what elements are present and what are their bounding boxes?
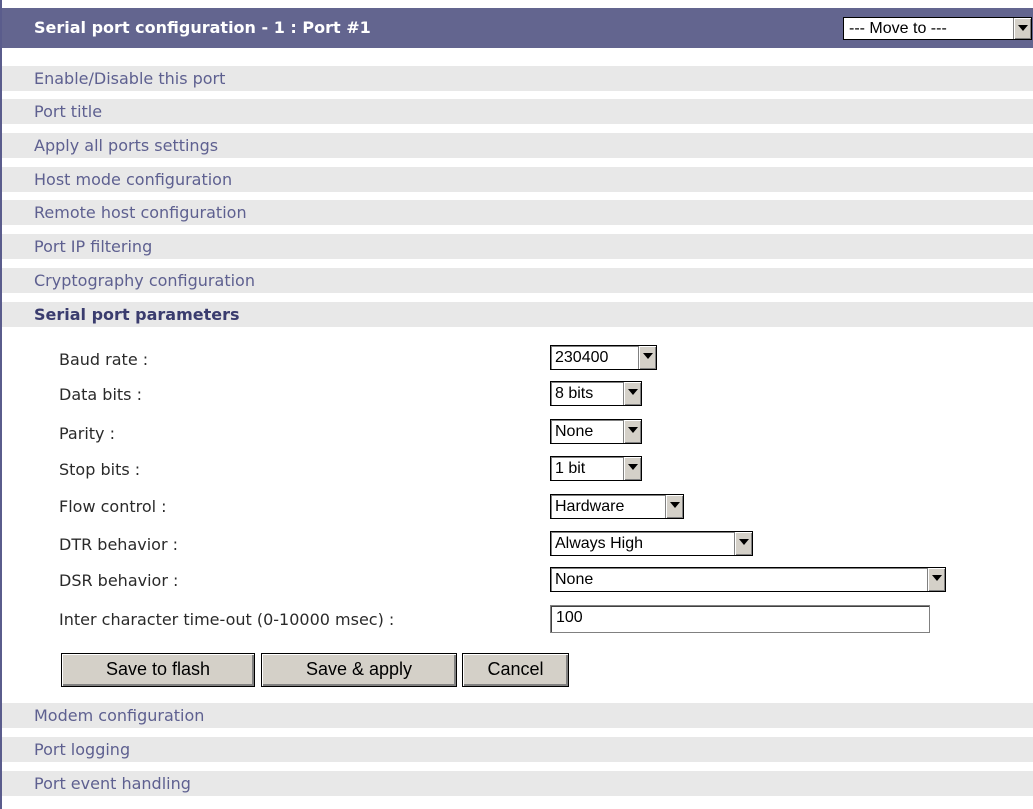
section-port-logging[interactable]: Port logging	[2, 737, 1033, 762]
section-apply-all-ports[interactable]: Apply all ports settings	[2, 133, 1033, 158]
section-port-ip-filtering[interactable]: Port IP filtering	[2, 234, 1033, 259]
chevron-down-icon[interactable]	[927, 568, 945, 591]
cancel-button[interactable]: Cancel	[462, 653, 569, 687]
save-apply-button[interactable]: Save & apply	[261, 653, 457, 687]
stop-bits-value: 1 bit	[555, 460, 586, 477]
section-port-title[interactable]: Port title	[2, 99, 1033, 124]
chevron-down-icon[interactable]	[638, 346, 656, 369]
dtr-behavior-select[interactable]: Always High	[550, 531, 753, 556]
chevron-down-icon[interactable]	[665, 495, 683, 518]
flow-control-value: Hardware	[555, 498, 625, 515]
dsr-behavior-value: None	[555, 571, 594, 588]
data-bits-value: 8 bits	[555, 385, 594, 402]
data-bits-label: Data bits :	[59, 385, 142, 404]
dtr-behavior-value: Always High	[555, 535, 644, 552]
section-port-event-handling[interactable]: Port event handling	[2, 771, 1033, 796]
dsr-behavior-label: DSR behavior :	[59, 571, 179, 590]
parity-label: Parity :	[59, 424, 115, 443]
section-serial-port-parameters[interactable]: Serial port parameters	[2, 302, 1033, 327]
chevron-down-icon[interactable]	[1013, 18, 1031, 39]
move-to-select[interactable]: --- Move to ---	[843, 17, 1032, 40]
data-bits-select[interactable]: 8 bits	[550, 381, 642, 406]
save-to-flash-button[interactable]: Save to flash	[61, 653, 255, 687]
page: Serial port configuration - 1 : Port #1 …	[0, 0, 1033, 809]
section-modem-configuration[interactable]: Modem configuration	[2, 703, 1033, 728]
baud-rate-select[interactable]: 230400	[550, 345, 657, 370]
section-remote-host[interactable]: Remote host configuration	[2, 200, 1033, 225]
dsr-behavior-select[interactable]: None	[550, 567, 946, 592]
flow-control-select[interactable]: Hardware	[550, 494, 684, 519]
section-enable-disable[interactable]: Enable/Disable this port	[2, 66, 1033, 91]
stop-bits-select[interactable]: 1 bit	[550, 456, 642, 481]
baud-rate-value: 230400	[555, 349, 609, 366]
inter-char-timeout-input[interactable]: 100	[550, 605, 930, 633]
section-host-mode[interactable]: Host mode configuration	[2, 167, 1033, 192]
parity-value: None	[555, 423, 594, 440]
chevron-down-icon[interactable]	[623, 382, 641, 405]
section-cryptography[interactable]: Cryptography configuration	[2, 268, 1033, 293]
chevron-down-icon[interactable]	[734, 532, 752, 555]
move-to-value: --- Move to ---	[849, 20, 947, 37]
chevron-down-icon[interactable]	[623, 457, 641, 480]
baud-rate-label: Baud rate :	[59, 350, 149, 369]
stop-bits-label: Stop bits :	[59, 460, 141, 479]
flow-control-label: Flow control :	[59, 497, 167, 516]
inter-char-timeout-label: Inter character time-out (0-10000 msec) …	[59, 610, 395, 629]
chevron-down-icon[interactable]	[623, 420, 641, 443]
parity-select[interactable]: None	[550, 419, 642, 444]
dtr-behavior-label: DTR behavior :	[59, 535, 178, 554]
